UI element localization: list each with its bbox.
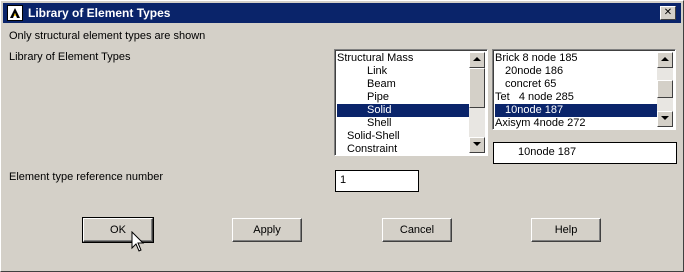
list-item[interactable]: 10node 187 xyxy=(495,104,657,117)
scroll-up-button[interactable] xyxy=(469,52,485,68)
category-items: Structural Mass Link Beam Pipe Solid Shell Sol… xyxy=(337,52,469,155)
list-item[interactable]: Beam xyxy=(337,78,469,91)
selected-type-field[interactable]: 10node 187 xyxy=(493,142,677,164)
scroll-thumb[interactable] xyxy=(657,80,673,98)
list-item[interactable]: Shell xyxy=(337,117,469,130)
scroll-thumb[interactable] xyxy=(469,68,485,108)
library-label: Library of Element Types xyxy=(9,51,131,63)
element-category-list[interactable]: Structural Mass Link Beam Pipe Solid Shell Sol… xyxy=(334,49,488,156)
list-item[interactable]: Axisym 4node 272 xyxy=(495,117,657,129)
ansys-logo-icon xyxy=(7,5,23,21)
type-items: Brick 8 node 185 20node 186 concret 65 Tet … xyxy=(495,52,657,129)
list-item[interactable]: Brick 8 node 185 xyxy=(495,52,657,65)
close-icon: ✕ xyxy=(663,7,673,18)
list-item[interactable]: Pipe xyxy=(337,91,469,104)
type-scrollbar[interactable] xyxy=(657,52,673,127)
list-item[interactable]: 20node 186 xyxy=(495,65,657,78)
apply-button[interactable]: Apply xyxy=(232,218,302,242)
ref-number-input[interactable]: 1 xyxy=(335,170,419,192)
mouse-cursor-icon xyxy=(131,231,145,252)
window-title: Library of Element Types xyxy=(28,6,171,20)
scroll-down-button[interactable] xyxy=(657,111,673,127)
list-item[interactable]: Structural Mass xyxy=(337,52,469,65)
list-item[interactable]: Tet 4 node 285 xyxy=(495,91,657,104)
list-item[interactable]: Constraint xyxy=(337,143,469,155)
element-type-list[interactable]: Brick 8 node 185 20node 186 concret 65 Tet … xyxy=(492,49,676,130)
scroll-down-button[interactable] xyxy=(469,137,485,153)
list-item[interactable]: Solid-Shell xyxy=(337,130,469,143)
element-types-dialog: Library of Element Types ✕ Only structur… xyxy=(0,0,684,272)
help-button[interactable]: Help xyxy=(531,218,601,242)
ref-number-label: Element type reference number xyxy=(9,171,164,183)
list-item[interactable]: Solid xyxy=(337,104,469,117)
list-item[interactable]: concret 65 xyxy=(495,78,657,91)
arrow-up-icon xyxy=(661,57,669,61)
structural-only-notice: Only structural element types are shown xyxy=(9,30,206,42)
arrow-up-icon xyxy=(473,57,481,61)
category-scrollbar[interactable] xyxy=(469,52,485,153)
arrow-down-icon xyxy=(473,142,481,146)
close-button[interactable]: ✕ xyxy=(660,6,676,20)
title-bar[interactable]: Library of Element Types ✕ xyxy=(3,3,681,23)
list-item[interactable]: Link xyxy=(337,65,469,78)
arrow-down-icon xyxy=(661,116,669,120)
cancel-button[interactable]: Cancel xyxy=(382,218,452,242)
scroll-up-button[interactable] xyxy=(657,52,673,68)
